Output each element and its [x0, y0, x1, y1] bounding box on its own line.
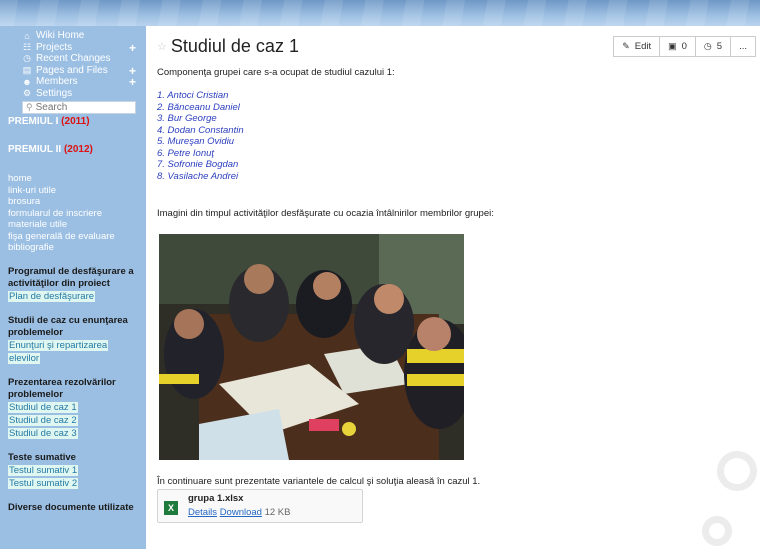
- section-heading: Studii de caz cu enunţarea: [8, 314, 128, 326]
- comments-button[interactable]: ▣ 0: [660, 36, 696, 57]
- section-heading: problemelor: [8, 388, 63, 400]
- list-item: 6. Petre Ionuţ: [157, 147, 215, 159]
- file-name: grupa 1.xlsx: [188, 493, 244, 504]
- page-actions: ✎ Edit ▣ 0 ◷ 5 ...: [613, 36, 756, 57]
- title-row: ☆ Studiul de caz 1: [157, 36, 299, 57]
- top-banner: [0, 0, 760, 26]
- intro-text: Componenţa grupei care s-a ocupat de stu…: [157, 67, 395, 78]
- sidebar-link-home[interactable]: home: [8, 173, 138, 185]
- list-item: 4. Dodan Constantin: [157, 124, 244, 136]
- file-links: Details Download 12 KB: [188, 507, 290, 518]
- link-enunturi-cont[interactable]: elevilor: [8, 352, 41, 364]
- section-heading: activităţilor din proiect: [8, 277, 110, 289]
- watermark-circle: [717, 451, 757, 491]
- sidebar-item-label: Recent Changes: [36, 53, 111, 65]
- pencil-icon: ✎: [622, 41, 630, 51]
- premiu-1-year: (2011): [61, 116, 90, 127]
- user-icon: ☻: [22, 76, 32, 87]
- edit-button[interactable]: ✎ Edit: [613, 36, 661, 57]
- sidebar-link-brosura[interactable]: brosura: [8, 196, 138, 208]
- sidebar-item-recent-changes[interactable]: ◷ Recent Changes: [22, 53, 138, 65]
- sidebar-section-case-studies: Studii de caz cu enunţarea problemelor E…: [8, 315, 138, 365]
- sidebar-item-label: Settings: [36, 87, 73, 99]
- sidebar-item-label: Pages and Files: [36, 64, 108, 76]
- link-case-study-2[interactable]: Studiul de caz 2: [8, 414, 78, 426]
- sidebar-item-wiki-home[interactable]: ⌂ Wiki Home: [22, 30, 138, 42]
- search-box[interactable]: ⚲: [22, 101, 136, 114]
- link-plan[interactable]: Plan de desfăşurare: [8, 290, 96, 302]
- search-icon: ⚲: [26, 102, 33, 112]
- more-button[interactable]: ...: [731, 36, 756, 57]
- link-case-study-1[interactable]: Studiul de caz 1: [8, 401, 78, 413]
- section-heading: Prezentarea rezolvărilor: [8, 376, 116, 388]
- more-label: ...: [739, 41, 747, 52]
- premiu-2-year: (2012): [63, 144, 93, 155]
- section-heading: Programul de desfăşurare a: [8, 265, 134, 277]
- sidebar-section-program: Programul de desfăşurare a activităţilor…: [8, 266, 138, 303]
- list-item: 3. Bur George: [157, 113, 217, 124]
- history-button[interactable]: ◷ 5: [695, 36, 732, 57]
- list-item: 8. Vasilache Andrei: [157, 170, 239, 182]
- sidebar-section-solutions: Prezentarea rezolvărilor problemelor Stu…: [8, 377, 138, 440]
- sidebar-item-settings[interactable]: ⚙ Settings: [22, 88, 138, 100]
- sidebar-link-useful-links[interactable]: link-uri utile: [8, 185, 138, 197]
- sidebar-link-useful-materials[interactable]: materiale utile: [8, 219, 138, 231]
- sidebar-item-label: Wiki Home: [36, 30, 85, 42]
- premiu-1-label: PREMIUL I: [8, 116, 59, 127]
- sidebar-link-registration-form[interactable]: formularul de inscriere: [8, 208, 138, 220]
- premiu-2-link[interactable]: PREMIUL II (2012): [8, 144, 138, 155]
- sidebar-section-tests: Teste sumative Testul sumativ 1 Testul s…: [8, 452, 138, 490]
- link-enunturi[interactable]: Enunţuri şi repartizarea: [8, 339, 109, 351]
- continuation-text: În continuare sunt prezentate variantele…: [157, 476, 481, 487]
- premiu-2-label: PREMIUL II: [8, 144, 62, 155]
- sidebar-link-evaluation-sheet[interactable]: fişa generală de evaluare: [8, 231, 138, 243]
- edit-label: Edit: [634, 41, 652, 52]
- search-input[interactable]: [35, 102, 126, 113]
- sidebar-item-label: Members: [36, 76, 78, 88]
- sidebar-item-members[interactable]: ☻ Members +: [22, 75, 138, 89]
- download-link[interactable]: Download: [220, 507, 262, 518]
- members-list: 1. Antoci Cristian 2. Bănceanu Daniel 3.…: [157, 90, 244, 182]
- clock-icon: ◷: [703, 41, 712, 51]
- link-case-study-3[interactable]: Studiul de caz 3: [8, 427, 78, 439]
- link-test-1[interactable]: Testul sumativ 1: [8, 464, 79, 476]
- list-item: 7. Sofronie Bogdan: [157, 159, 239, 170]
- details-link[interactable]: Details: [188, 507, 217, 518]
- sidebar-link-bibliography[interactable]: bibliografie: [8, 242, 138, 254]
- file-icon: ▤: [22, 64, 32, 75]
- history-count: 5: [716, 41, 723, 52]
- premiu-1-link[interactable]: PREMIUL I (2011): [8, 116, 138, 127]
- excel-file-icon: X: [164, 501, 178, 515]
- sidebar-item-pages-and-files[interactable]: ▤ Pages and Files +: [22, 64, 138, 78]
- list-item: 5. Mureşan Ovidiu: [157, 136, 235, 147]
- watermark-circle: [702, 516, 732, 546]
- sidebar-item-projects[interactable]: ☷ Projects +: [22, 41, 138, 55]
- clock-icon: ◷: [23, 53, 31, 64]
- home-icon: ⌂: [24, 30, 30, 41]
- page-title: Studiul de caz 1: [170, 36, 299, 56]
- main-content: ☆ Studiul de caz 1 ✎ Edit ▣ 0 ◷ 5 ... Co…: [157, 26, 760, 549]
- section-heading: Teste sumative: [8, 451, 76, 463]
- file-size: 12 KB: [264, 507, 291, 518]
- sidebar-nav: ⌂ Wiki Home ☷ Projects + ◷ Recent Changes ▤ Page…: [8, 30, 138, 99]
- comments-count: 0: [681, 41, 687, 52]
- gear-icon: ⚙: [22, 87, 32, 98]
- list-item: 1. Antoci Cristian: [157, 90, 229, 101]
- sidebar-item-label: Projects: [36, 41, 73, 53]
- sitemap-icon: ☷: [22, 41, 32, 52]
- link-test-2[interactable]: Testul sumativ 2: [8, 477, 79, 489]
- section-heading: Diverse documente utilizate: [8, 501, 134, 513]
- comment-icon: ▣: [668, 41, 677, 51]
- classroom-photo: [159, 234, 464, 460]
- section-heading: problemelor: [8, 326, 63, 338]
- sidebar-section-documents: Diverse documente utilizate: [8, 502, 138, 514]
- file-attachment: X grupa 1.xlsx Details Download 12 KB: [157, 489, 363, 523]
- star-icon[interactable]: ☆: [157, 40, 167, 53]
- images-caption: Imagini din timpul activităţilor desfăşu…: [157, 208, 494, 219]
- sidebar: ⌂ Wiki Home ☷ Projects + ◷ Recent Changes ▤ Page…: [0, 26, 146, 549]
- sidebar-links: home link-uri utile brosura formularul d…: [8, 173, 138, 254]
- list-item: 2. Bănceanu Daniel: [157, 101, 240, 113]
